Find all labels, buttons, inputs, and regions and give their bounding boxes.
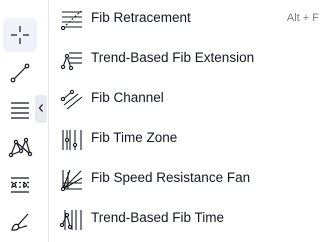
patterns-tool-button[interactable] [3, 131, 37, 165]
brush-icon [8, 210, 32, 234]
fib-speed-resistance-fan-icon [57, 165, 87, 195]
trend-based-fib-time-icon [57, 205, 87, 235]
menu-item-label: Fib Retracement [91, 10, 191, 25]
prediction-measure-tool-button[interactable] [3, 168, 37, 202]
fib-channel-icon [57, 85, 87, 115]
brush-tool-button[interactable] [3, 205, 37, 239]
fib-retracement-icon [57, 5, 87, 35]
menu-item-trend-based-fib-time[interactable]: Trend-Based Fib Time [49, 200, 334, 240]
pattern-icon [7, 135, 33, 161]
chevron-left-icon [37, 100, 45, 118]
drawing-tools-panel: Fib Retracement Alt + F Trend-Based Fib … [0, 0, 334, 242]
menu-item-label: Fib Channel [91, 90, 164, 105]
menu-item-fib-speed-resistance-fan[interactable]: Fib Speed Resistance Fan [49, 160, 334, 200]
trend-line-icon [8, 61, 32, 85]
menu-item-label: Trend-Based Fib Extension [91, 50, 255, 65]
menu-item-trend-based-fib-extension[interactable]: Trend-Based Fib Extension [49, 40, 334, 80]
menu-item-fib-retracement[interactable]: Fib Retracement Alt + F [49, 0, 334, 40]
fib-tools-menu: Fib Retracement Alt + F Trend-Based Fib … [49, 0, 334, 242]
trend-line-tool-button[interactable] [3, 56, 37, 90]
trend-based-fib-extension-icon [57, 45, 87, 75]
menu-item-label: Fib Time Zone [91, 130, 178, 145]
crosshair-tool-button[interactable] [3, 18, 37, 52]
flyout-toggle-button[interactable] [35, 95, 47, 123]
fib-time-zone-icon [57, 125, 87, 155]
crosshair-icon [9, 24, 31, 46]
left-toolbar [0, 0, 47, 242]
shortcut-hint: Alt + F [286, 12, 319, 24]
menu-item-fib-time-zone[interactable]: Fib Time Zone [49, 120, 334, 160]
menu-item-label: Trend-Based Fib Time [91, 210, 225, 225]
fib-retracement-icon [8, 98, 32, 122]
prediction-measure-icon [8, 173, 32, 197]
menu-item-label: Fib Speed Resistance Fan [91, 170, 251, 185]
fib-tool-button[interactable] [3, 93, 37, 127]
menu-item-fib-channel[interactable]: Fib Channel [49, 80, 334, 120]
